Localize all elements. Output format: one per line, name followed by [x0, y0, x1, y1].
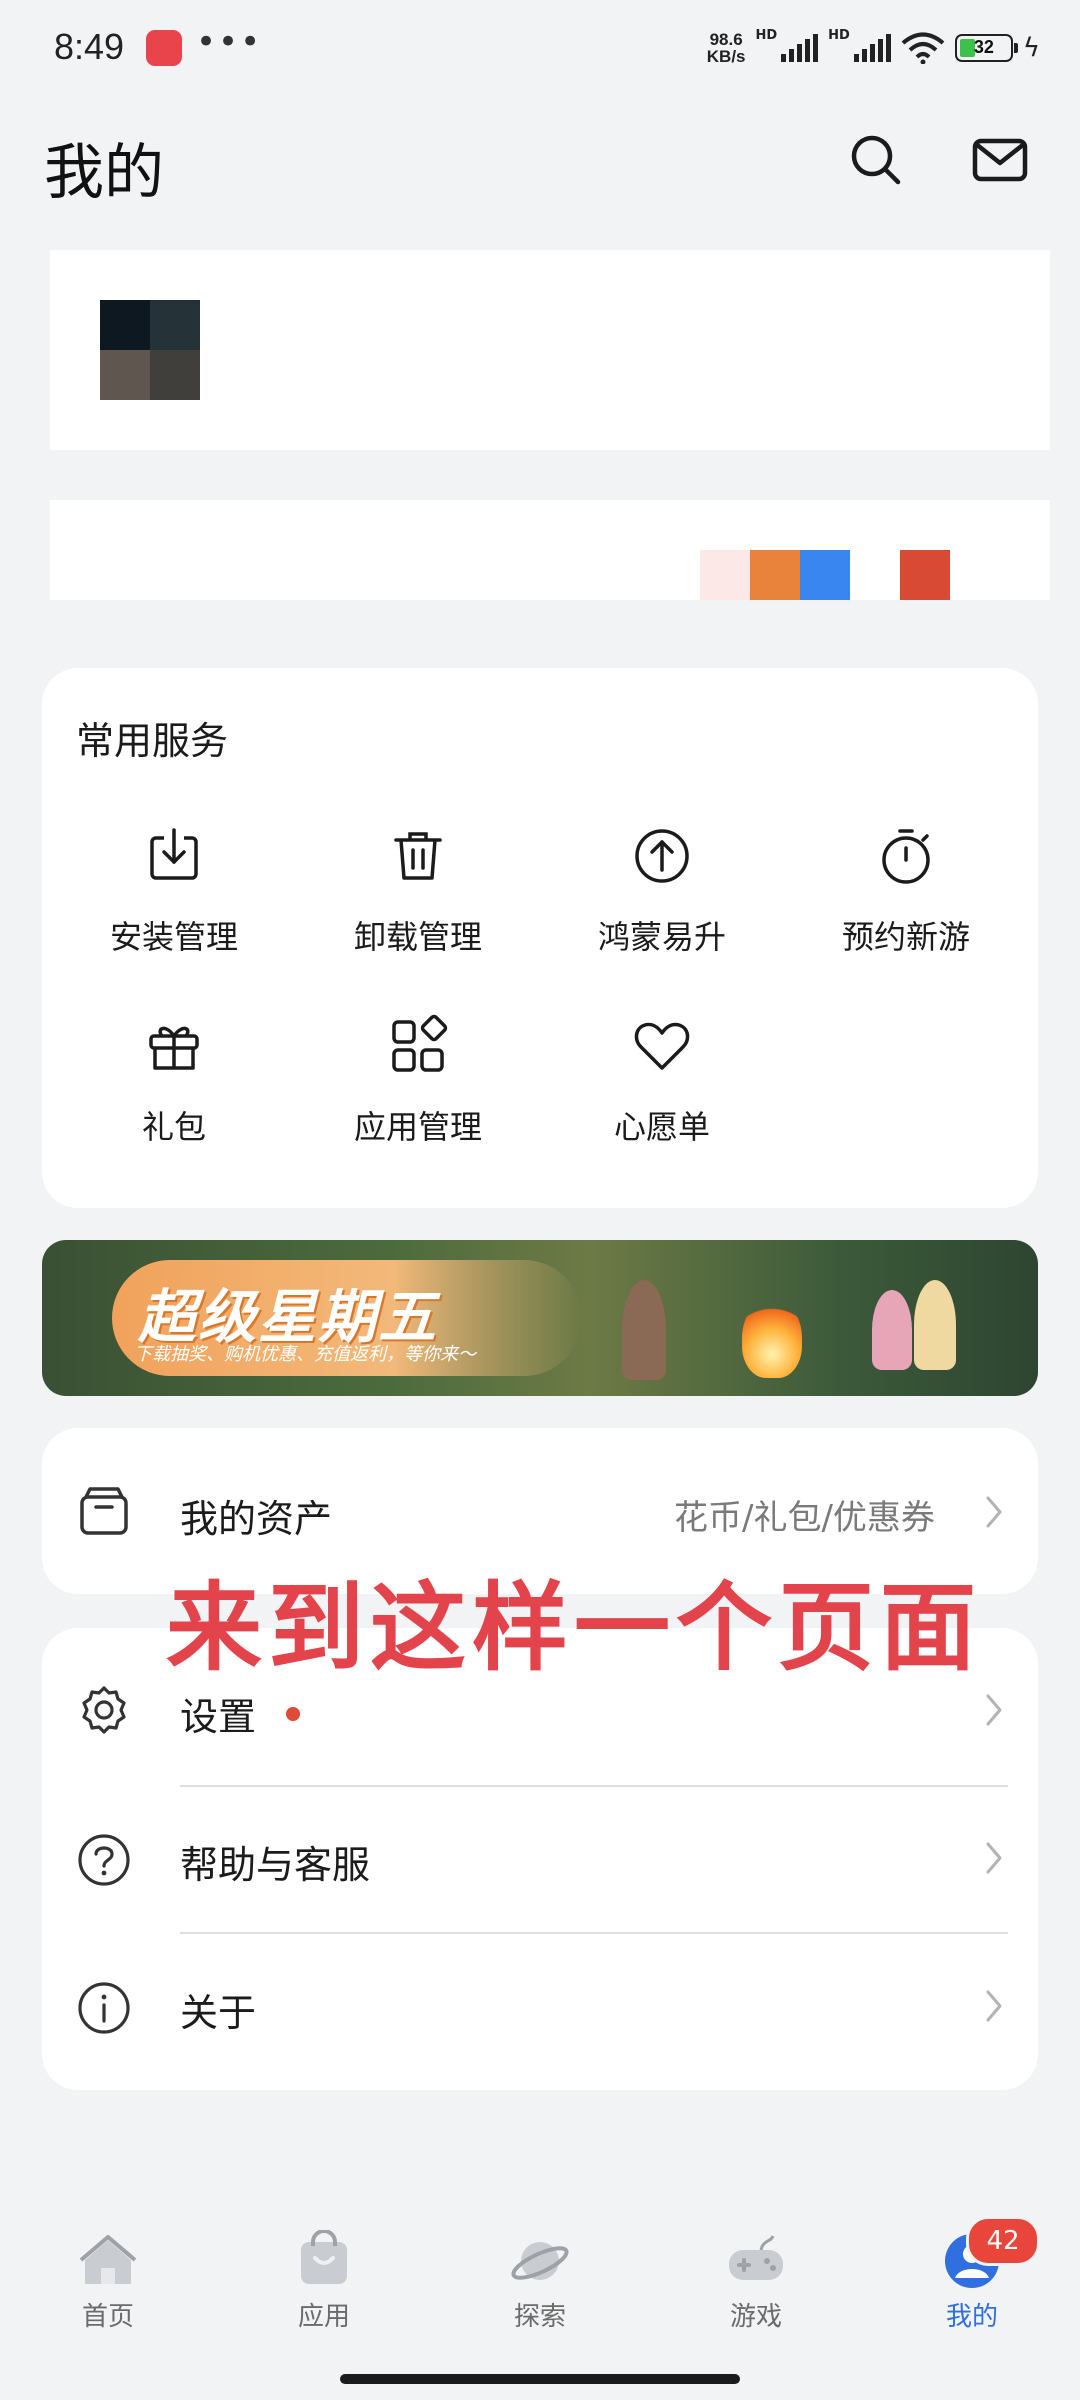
settings-label: 设置: [180, 1695, 257, 1739]
info-icon: [78, 1982, 130, 2034]
service-uninstall-manage[interactable]: 卸载管理: [296, 824, 540, 958]
profile-card[interactable]: [50, 250, 1050, 450]
service-install-manage[interactable]: 安装管理: [52, 824, 296, 958]
help-label: 帮助与客服: [180, 1843, 371, 1887]
tab-home[interactable]: 首页: [0, 2230, 216, 2333]
tab-games[interactable]: 游戏: [648, 2230, 864, 2333]
app-store-notification-icon: [146, 30, 182, 66]
battery-icon: 32: [954, 34, 1018, 62]
heart-icon: [634, 1022, 690, 1070]
status-time: 8:49: [54, 26, 125, 67]
person-illustration: [622, 1280, 666, 1380]
assets-detail: 花币/礼包/优惠券: [674, 1498, 935, 1538]
stat-swatch: [750, 550, 800, 600]
new-indicator-dot: [286, 1707, 300, 1721]
charging-icon: ϟ: [1022, 33, 1040, 63]
mail-icon[interactable]: [970, 130, 1030, 190]
home-indicator[interactable]: [340, 2374, 740, 2384]
tab-apps[interactable]: 应用: [216, 2230, 432, 2333]
home-icon: [79, 2235, 137, 2284]
stat-swatch: [800, 550, 850, 600]
settings-list-card: 设置 帮助与客服 关于: [42, 1628, 1038, 2090]
service-wishlist[interactable]: 心愿单: [540, 1014, 784, 1148]
chevron-right-icon: [986, 1496, 1002, 1528]
planet-icon: [511, 2242, 569, 2280]
chevron-right-icon: [986, 1694, 1002, 1726]
tab-explore[interactable]: 探索: [432, 2230, 648, 2333]
promo-banner[interactable]: 超级星期五 下载抽奖、购机优惠、充值返利，等你来～: [42, 1240, 1038, 1396]
wallet-box-icon: [80, 1487, 128, 1535]
network-speed: 98.6 KB/s: [706, 30, 746, 66]
service-harmony-upgrade[interactable]: 鸿蒙易升: [540, 824, 784, 958]
about-row[interactable]: 关于: [42, 1934, 1038, 2084]
assets-label: 我的资产: [180, 1497, 333, 1541]
banner-subtitle: 下载抽奖、购机优惠、充值返利，等你来～: [134, 1344, 476, 1365]
hd-label-2: HD: [828, 28, 850, 43]
annotation-overlay-text: 来到这样一个页面: [166, 1572, 982, 1684]
help-row[interactable]: 帮助与客服: [42, 1788, 1038, 1934]
trash-icon: [394, 832, 442, 880]
more-notifications-icon: •••: [196, 22, 263, 62]
services-title: 常用服务: [76, 719, 229, 763]
signal-icon-2: [853, 34, 891, 62]
status-icons: 98.6 KB/s HD HD 32 ϟ: [707, 28, 1040, 68]
help-icon: [78, 1834, 130, 1886]
service-preorder-games[interactable]: 预约新游: [784, 824, 1028, 958]
wifi-icon: [901, 32, 945, 64]
stopwatch-icon: [882, 829, 930, 884]
person-illustration: [914, 1280, 956, 1370]
campfire-illustration: [742, 1298, 802, 1378]
gamepad-icon: [729, 2235, 783, 2280]
status-bar: 8:49 ••• 98.6 KB/s HD HD 32 ϟ: [0, 0, 1080, 96]
service-app-manage[interactable]: 应用管理: [296, 1014, 540, 1148]
search-icon[interactable]: [846, 130, 906, 190]
account-stats-card[interactable]: [50, 500, 1050, 600]
about-label: 关于: [180, 1991, 257, 2035]
chevron-right-icon: [986, 1990, 1002, 2022]
gear-icon: [82, 1686, 126, 1734]
upgrade-icon: [635, 829, 689, 883]
app-store-icon: [301, 2230, 347, 2284]
stat-swatch: [900, 550, 950, 600]
divider: [180, 1785, 1008, 1787]
person-illustration: [872, 1290, 912, 1370]
stat-swatch: [700, 550, 750, 600]
apps-icon: [392, 1014, 448, 1072]
service-gift-packs[interactable]: 礼包: [52, 1014, 296, 1148]
tab-me-badge: 42: [966, 2216, 1040, 2266]
avatar[interactable]: [100, 300, 200, 400]
signal-icon-1: [781, 34, 819, 62]
chevron-right-icon: [986, 1842, 1002, 1874]
gift-icon: [149, 1026, 199, 1070]
page-title: 我的: [44, 138, 164, 208]
install-icon: [150, 828, 198, 880]
hd-label-1: HD: [755, 28, 778, 43]
